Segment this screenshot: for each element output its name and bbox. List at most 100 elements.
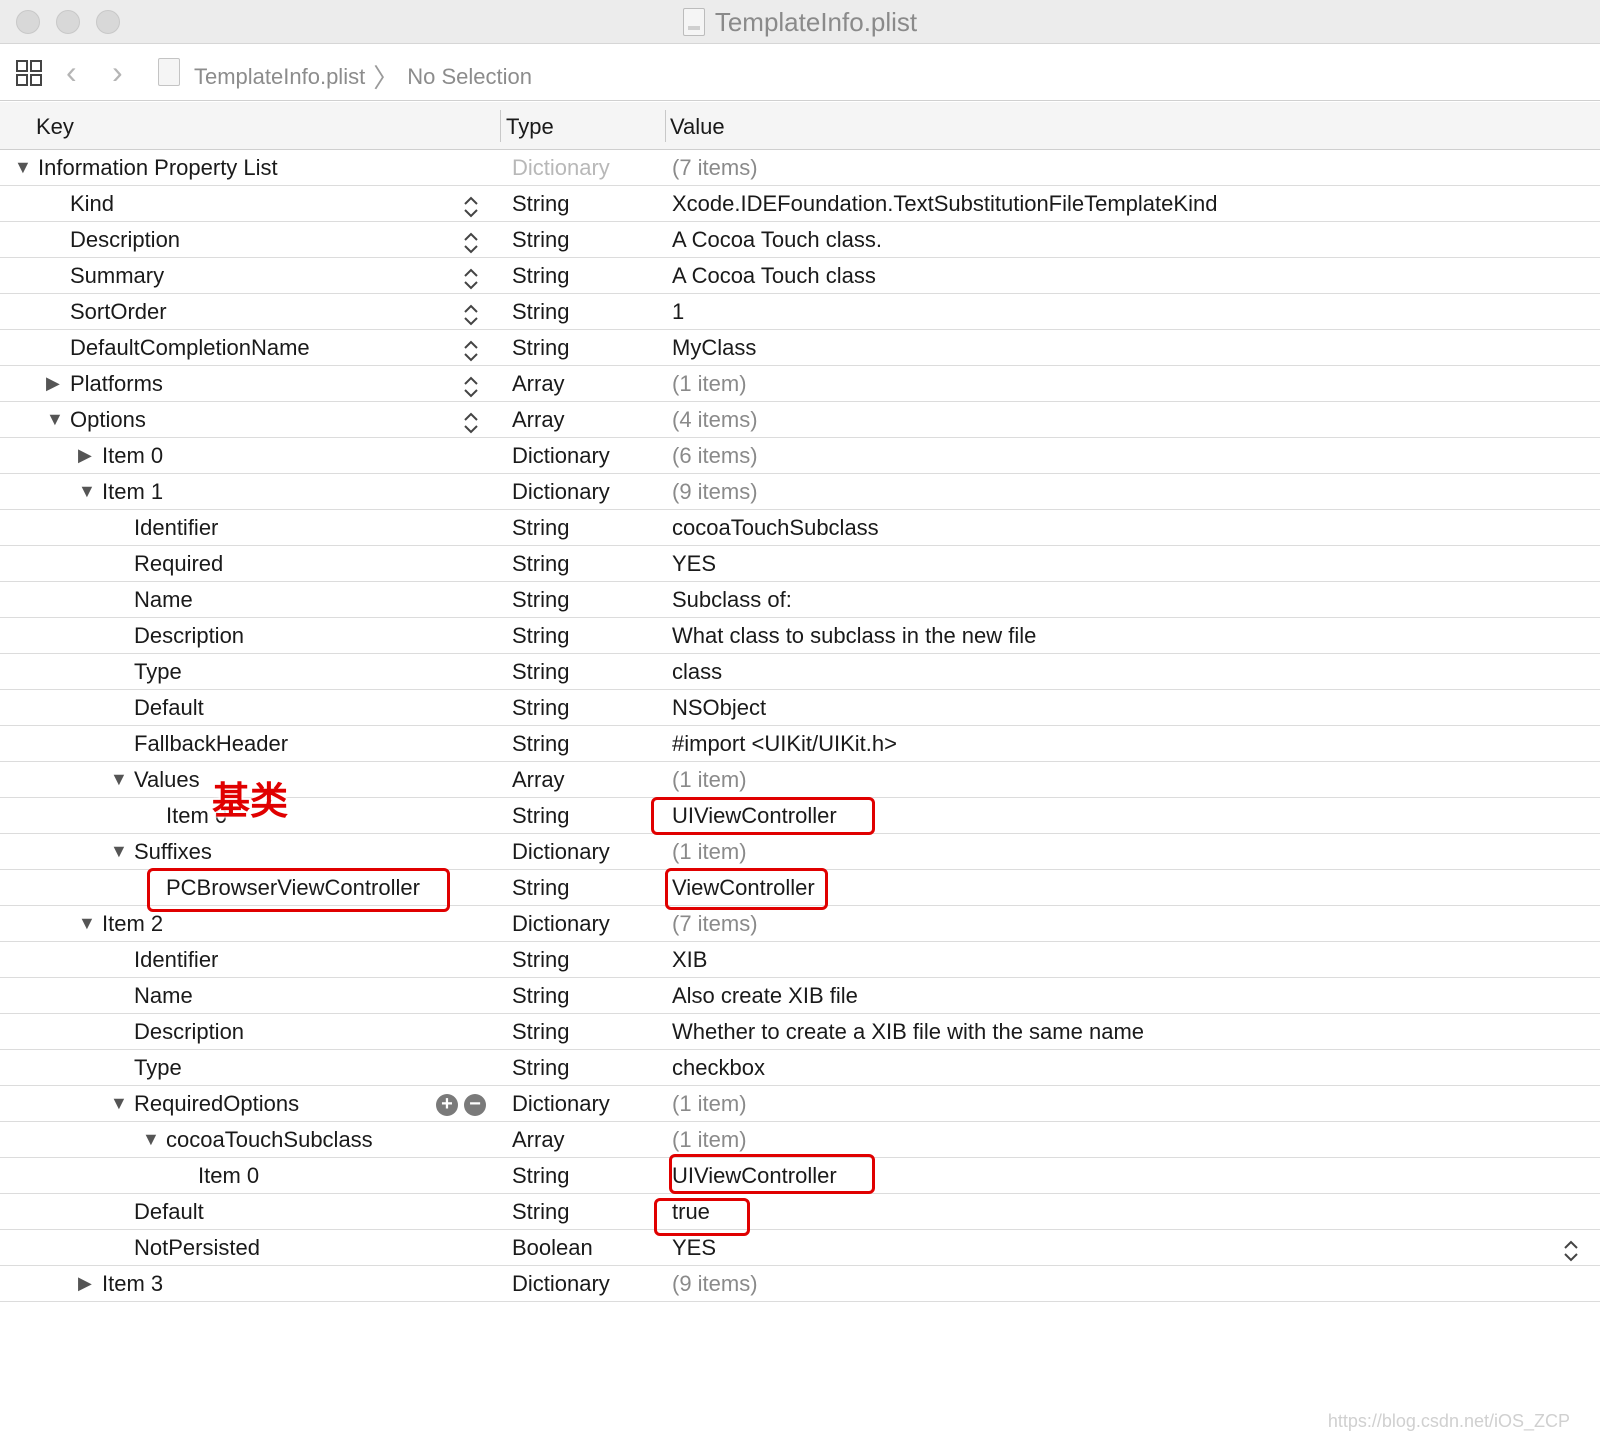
disclosure-open-icon[interactable]: ▼ — [78, 481, 96, 502]
plist-row[interactable]: Identifier String cocoaTouchSubclass — [0, 510, 1600, 546]
plist-row[interactable]: Required String YES — [0, 546, 1600, 582]
row-key[interactable]: Description — [134, 623, 244, 649]
row-type[interactable]: String — [512, 875, 569, 901]
row-key[interactable]: NotPersisted — [134, 1235, 260, 1261]
row-type[interactable]: String — [512, 983, 569, 1009]
row-key[interactable]: Platforms — [70, 371, 163, 397]
row-value[interactable]: A Cocoa Touch class. — [672, 227, 882, 253]
row-key[interactable]: Item 0 — [198, 1163, 259, 1189]
row-key[interactable]: Description — [134, 1019, 244, 1045]
disclosure-open-icon[interactable]: ▼ — [14, 157, 32, 178]
row-type[interactable]: String — [512, 1019, 569, 1045]
row-value[interactable]: (6 items) — [672, 443, 758, 469]
plist-row[interactable]: Default String true — [0, 1194, 1600, 1230]
row-value[interactable]: (9 items) — [672, 1271, 758, 1297]
disclosure-closed-icon[interactable]: ▶ — [78, 445, 92, 466]
plist-row[interactable]: Summary String A Cocoa Touch class — [0, 258, 1600, 294]
row-type[interactable]: String — [512, 335, 569, 361]
plist-row[interactable]: NotPersisted Boolean YES — [0, 1230, 1600, 1266]
disclosure-open-icon[interactable]: ▼ — [110, 841, 128, 862]
row-type[interactable]: String — [512, 515, 569, 541]
row-value[interactable]: (1 item) — [672, 1091, 747, 1117]
row-value[interactable]: Whether to create a XIB file with the sa… — [672, 1019, 1144, 1045]
plist-row[interactable]: ▶ Item 3 Dictionary (9 items) — [0, 1266, 1600, 1302]
row-value[interactable]: Subclass of: — [672, 587, 792, 613]
row-value[interactable]: 1 — [672, 299, 684, 325]
row-key[interactable]: Values — [134, 767, 200, 793]
value-stepper-icon[interactable] — [1562, 1238, 1580, 1262]
row-type[interactable]: String — [512, 947, 569, 973]
row-value[interactable]: (4 items) — [672, 407, 758, 433]
disclosure-closed-icon[interactable]: ▶ — [46, 373, 60, 394]
plist-row[interactable]: ▼ Item 1 Dictionary (9 items) — [0, 474, 1600, 510]
row-key[interactable]: Item 1 — [102, 479, 163, 505]
column-key[interactable]: Key — [36, 114, 74, 140]
row-key[interactable]: FallbackHeader — [134, 731, 288, 757]
row-value[interactable]: Also create XIB file — [672, 983, 858, 1009]
row-type[interactable]: String — [512, 1199, 569, 1225]
row-type[interactable]: Array — [512, 371, 565, 397]
plist-row[interactable]: Type String checkbox — [0, 1050, 1600, 1086]
disclosure-closed-icon[interactable]: ▶ — [78, 1273, 92, 1294]
row-type[interactable]: String — [512, 1163, 569, 1189]
row-key[interactable]: Name — [134, 587, 193, 613]
type-stepper-icon[interactable] — [462, 230, 480, 254]
row-type[interactable]: String — [512, 263, 569, 289]
disclosure-open-icon[interactable]: ▼ — [110, 769, 128, 790]
row-key[interactable]: Type — [134, 1055, 182, 1081]
row-value[interactable]: YES — [672, 551, 716, 577]
row-key[interactable]: Type — [134, 659, 182, 685]
row-type[interactable]: String — [512, 299, 569, 325]
remove-item-icon[interactable]: − — [464, 1094, 486, 1116]
plist-row[interactable]: ▶ Platforms Array (1 item) — [0, 366, 1600, 402]
plist-row[interactable]: Description String A Cocoa Touch class. — [0, 222, 1600, 258]
row-type[interactable]: String — [512, 1055, 569, 1081]
row-value[interactable]: XIB — [672, 947, 707, 973]
row-key[interactable]: Summary — [70, 263, 164, 289]
row-value[interactable]: (1 item) — [672, 371, 747, 397]
row-type[interactable]: String — [512, 551, 569, 577]
disclosure-open-icon[interactable]: ▼ — [142, 1129, 160, 1150]
row-value[interactable]: (7 items) — [672, 155, 758, 181]
row-value[interactable]: YES — [672, 1235, 716, 1261]
row-value[interactable]: (7 items) — [672, 911, 758, 937]
plist-row[interactable]: DefaultCompletionName String MyClass — [0, 330, 1600, 366]
plist-row[interactable]: ▼ Suffixes Dictionary (1 item) — [0, 834, 1600, 870]
row-type[interactable]: Array — [512, 767, 565, 793]
disclosure-open-icon[interactable]: ▼ — [110, 1093, 128, 1114]
row-type[interactable]: Dictionary — [512, 1091, 610, 1117]
plist-row[interactable]: ▼ Information Property List Dictionary (7 i… — [0, 150, 1600, 186]
jumpbar-selection[interactable]: No Selection — [407, 64, 532, 90]
row-key[interactable]: DefaultCompletionName — [70, 335, 310, 361]
plist-row[interactable]: Name String Also create XIB file — [0, 978, 1600, 1014]
type-stepper-icon[interactable] — [462, 302, 480, 326]
row-value[interactable]: checkbox — [672, 1055, 765, 1081]
row-key[interactable]: Default — [134, 695, 204, 721]
row-key[interactable]: Item 3 — [102, 1271, 163, 1297]
column-value[interactable]: Value — [670, 114, 725, 140]
disclosure-open-icon[interactable]: ▼ — [78, 913, 96, 934]
row-type[interactable]: Boolean — [512, 1235, 593, 1261]
plist-row[interactable]: SortOrder String 1 — [0, 294, 1600, 330]
row-type[interactable]: Dictionary — [512, 839, 610, 865]
row-key[interactable]: Required — [134, 551, 223, 577]
plist-row[interactable]: ▼ RequiredOptions + − Dictionary (1 item) — [0, 1086, 1600, 1122]
column-type[interactable]: Type — [506, 114, 554, 140]
row-type[interactable]: String — [512, 659, 569, 685]
row-key[interactable]: Description — [70, 227, 180, 253]
plist-row[interactable]: ▶ Item 0 Dictionary (6 items) — [0, 438, 1600, 474]
row-type[interactable]: Array — [512, 1127, 565, 1153]
row-value[interactable]: #import <UIKit/UIKit.h> — [672, 731, 897, 757]
plist-row[interactable]: ▼ cocoaTouchSubclass Array (1 item) — [0, 1122, 1600, 1158]
row-key[interactable]: cocoaTouchSubclass — [166, 1127, 373, 1153]
row-key[interactable]: Suffixes — [134, 839, 212, 865]
row-type[interactable]: Dictionary — [512, 479, 610, 505]
row-key[interactable]: Item 2 — [102, 911, 163, 937]
row-key[interactable]: Identifier — [134, 515, 218, 541]
plist-row[interactable]: Type String class — [0, 654, 1600, 690]
plist-row[interactable]: Default String NSObject — [0, 690, 1600, 726]
type-stepper-icon[interactable] — [462, 410, 480, 434]
row-type[interactable]: String — [512, 803, 569, 829]
row-value[interactable]: (1 item) — [672, 767, 747, 793]
type-stepper-icon[interactable] — [462, 338, 480, 362]
